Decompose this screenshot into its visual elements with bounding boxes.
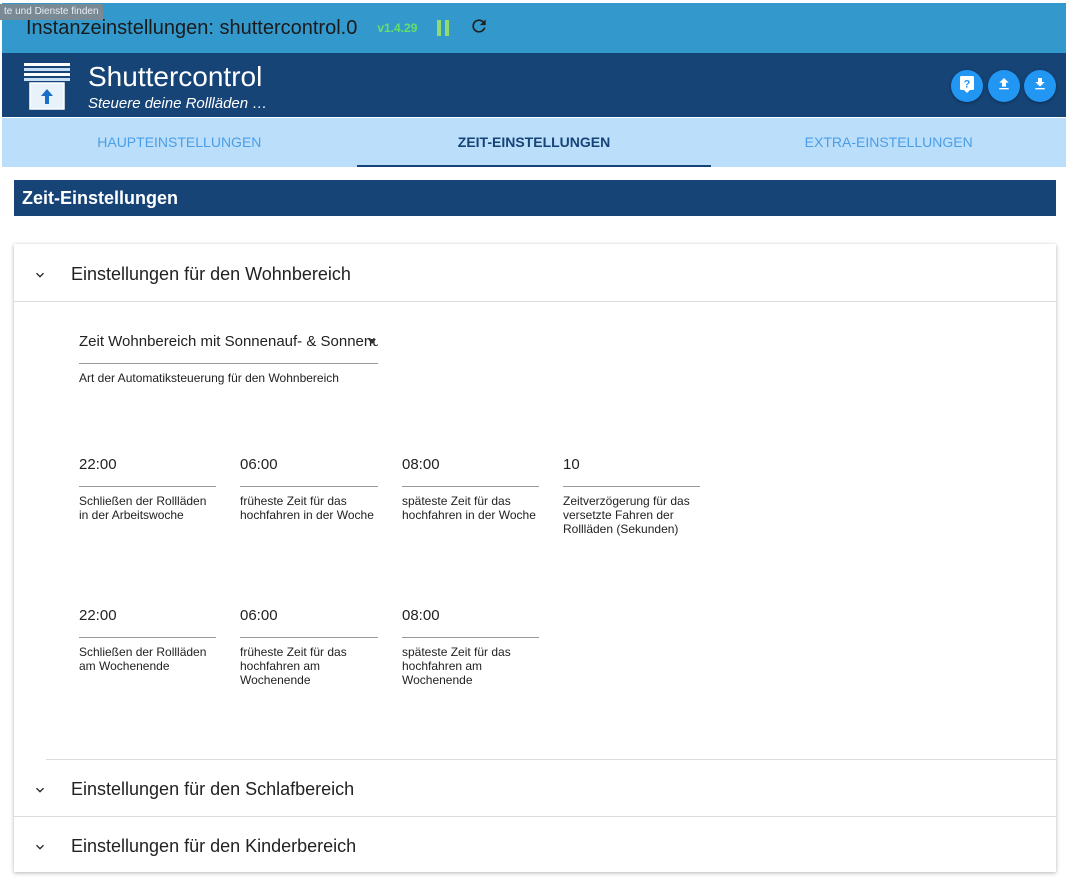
delay-seconds-input[interactable]: 10 Zeitverzögerung für das versetzte Fah… [563, 454, 700, 536]
input-underline [402, 637, 539, 638]
accordion-label: Einstellungen für den Kinderbereich [71, 836, 357, 856]
accordion-label: Einstellungen für den Schlafbereich [71, 779, 355, 799]
earliest-up-week-input[interactable]: 06:00 früheste Zeit für das hochfahren i… [240, 454, 378, 522]
divider [14, 301, 1056, 302]
automatik-mode-select[interactable]: Zeit Wohnbereich mit Sonnenauf- & Sonnen… [79, 331, 378, 385]
svg-text:?: ? [964, 78, 971, 90]
select-value: Zeit Wohnbereich mit Sonnenauf- & Sonnen… [79, 333, 378, 350]
app-title: Shuttercontrol [88, 61, 263, 92]
input-underline [240, 486, 378, 487]
tab-haupteinstellungen[interactable]: HAUPTEINSTELLUNGEN [2, 118, 357, 167]
input-value: 08:00 [402, 607, 440, 624]
chevron-down-icon [36, 272, 44, 278]
input-value: 22:00 [79, 607, 117, 624]
close-time-week-input[interactable]: 22:00 Schließen der Rollläden in der Arb… [79, 454, 216, 522]
field-help: Art der Automatiksteuerung für den Wohnb… [79, 371, 339, 385]
dropdown-arrow-icon [368, 339, 376, 344]
divider [14, 816, 1056, 817]
chevron-down-icon [36, 787, 44, 793]
instance-titlebar: Instanzeinstellungen: shuttercontrol.0 v… [2, 3, 1066, 53]
reload-icon[interactable] [469, 16, 489, 40]
section-title: Zeit-Einstellungen [14, 180, 1056, 216]
latest-up-week-input[interactable]: 08:00 späteste Zeit für das hochfahren i… [402, 454, 539, 522]
input-value: 08:00 [402, 456, 440, 473]
app-subtitle: Steuere deine Rollläden … [88, 95, 268, 112]
tab-zeit-einstellungen[interactable]: ZEIT-EINSTELLUNGEN [356, 118, 712, 167]
help-icon: ? [959, 75, 975, 98]
latest-up-weekend-input[interactable]: 08:00 späteste Zeit für das hochfahren a… [402, 605, 539, 687]
divider [46, 759, 1056, 760]
upload-button[interactable] [988, 70, 1020, 102]
shutter-logo-icon [22, 61, 72, 111]
earliest-up-weekend-input[interactable]: 06:00 früheste Zeit für das hochfahren a… [240, 605, 378, 687]
input-underline [240, 637, 378, 638]
input-value: 10 [563, 456, 580, 473]
pause-icon[interactable] [437, 20, 451, 36]
field-help: Schließen der Rollläden in der Arbeitswo… [79, 494, 207, 522]
accordion-wohnbereich[interactable]: Einstellungen für den Wohnbereich [14, 246, 1056, 303]
input-value: 22:00 [79, 456, 117, 473]
input-value: 06:00 [240, 456, 278, 473]
input-underline [402, 486, 539, 487]
search-tooltip: te und Dienste finden [0, 4, 103, 20]
download-button[interactable] [1024, 70, 1056, 102]
version-badge: v1.4.29 [377, 21, 418, 35]
accordion-schlafbereich[interactable]: Einstellungen für den Schlafbereich [14, 761, 1056, 818]
adapter-header: Shuttercontrol Steuere deine Rollläden …… [2, 53, 1066, 117]
input-underline [563, 486, 700, 487]
accordion-panel: Einstellungen für den Wohnbereich Zeit W… [14, 244, 1056, 872]
help-button[interactable]: ? [951, 70, 983, 102]
field-help: früheste Zeit für das hochfahren am Woch… [240, 645, 347, 687]
input-value: 06:00 [240, 607, 278, 624]
close-time-weekend-input[interactable]: 22:00 Schließen der Rollläden am Wochene… [79, 605, 216, 673]
chevron-down-icon [36, 844, 44, 850]
field-help: späteste Zeit für das hochfahren in der … [402, 494, 536, 522]
settings-tabs: HAUPTEINSTELLUNGEN ZEIT-EINSTELLUNGEN EX… [2, 118, 1066, 167]
field-help: Schließen der Rollläden am Wochenende [79, 645, 207, 673]
instance-settings-page: te und Dienste finden Instanzeinstellung… [0, 0, 1066, 885]
download-icon [1032, 76, 1048, 97]
input-underline [79, 363, 378, 364]
upload-icon [996, 76, 1012, 97]
field-help: früheste Zeit für das hochfahren in der … [240, 494, 374, 522]
field-help: späteste Zeit für das hochfahren am Woch… [402, 645, 511, 687]
accordion-label: Einstellungen für den Wohnbereich [71, 264, 351, 284]
input-underline [79, 486, 216, 487]
field-help: Zeitverzögerung für das versetzte Fahren… [563, 494, 690, 536]
input-underline [79, 637, 216, 638]
accordion-kinderbereich[interactable]: Einstellungen für den Kinderbereich [14, 818, 1056, 875]
tab-extra-einstellungen[interactable]: EXTRA-EINSTELLUNGEN [711, 118, 1066, 167]
